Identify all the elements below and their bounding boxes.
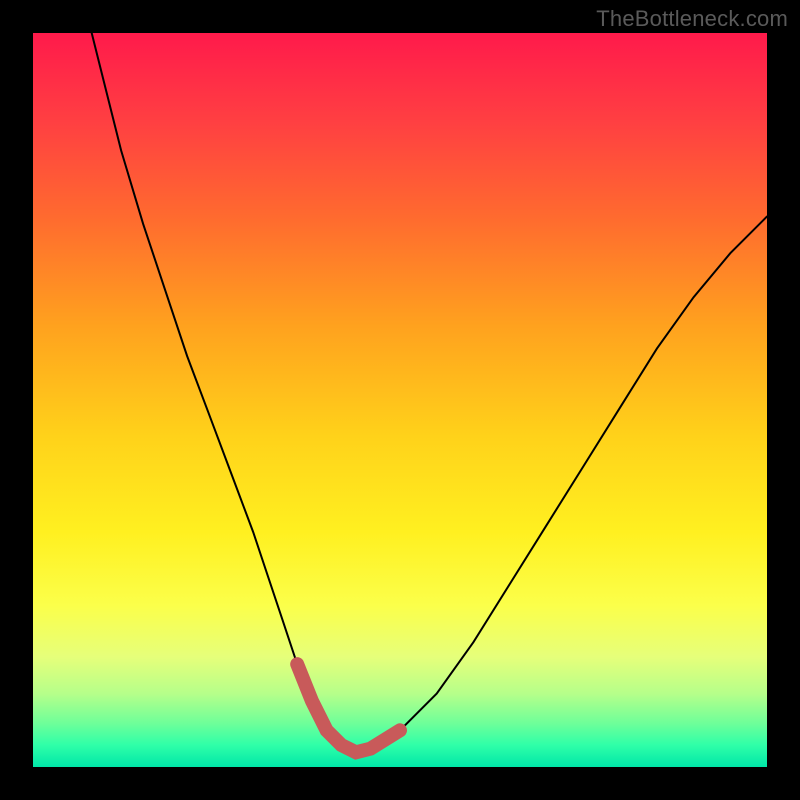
curve-svg	[33, 33, 767, 767]
bottleneck-curve-path	[92, 33, 767, 752]
chart-frame: TheBottleneck.com	[0, 0, 800, 800]
optimal-range-highlight	[297, 664, 400, 752]
watermark-text: TheBottleneck.com	[596, 6, 788, 32]
plot-area	[33, 33, 767, 767]
